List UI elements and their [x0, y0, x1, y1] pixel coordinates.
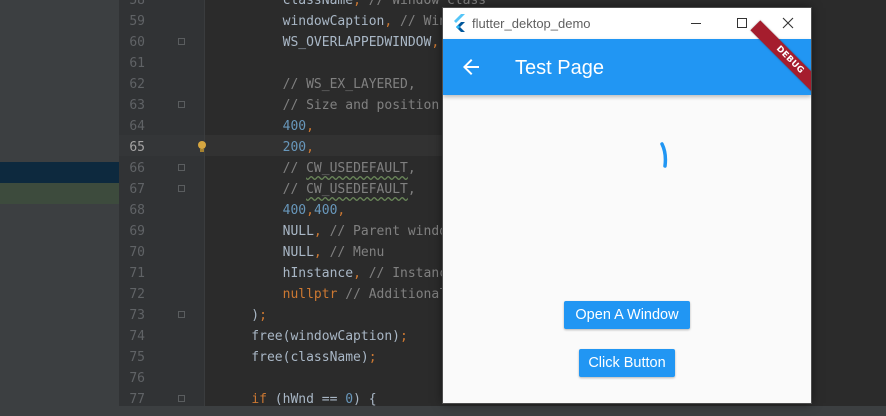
minimize-button[interactable] — [673, 8, 719, 39]
code-text: // WS_EX_LAYERED, — [282, 77, 416, 92]
line-number: 65 — [129, 140, 145, 155]
flutter-logo-icon — [454, 14, 465, 32]
close-icon — [782, 17, 794, 29]
fold-marker-icon[interactable] — [178, 185, 185, 192]
code-text: WS_OVERLAPPEDWINDOW, // — [220, 35, 463, 50]
code-line[interactable]: 62 // WS_EX_LAYERED, — [119, 74, 449, 95]
code-text: hInstance, // Instance h — [220, 266, 471, 281]
fold-marker-icon[interactable] — [178, 164, 185, 171]
open-window-button[interactable]: Open A Window — [564, 301, 690, 329]
line-number: 73 — [129, 308, 145, 323]
code-text: 200, — [282, 140, 314, 155]
code-line[interactable]: 72 nullptr // Additional ap — [119, 284, 470, 305]
code-text: nullptr // Additional ap — [282, 287, 471, 302]
code-line[interactable]: 65 200, — [119, 137, 449, 158]
code-line[interactable]: 58 className, // Window class — [119, 0, 486, 11]
line-number: 63 — [129, 98, 145, 113]
code-line[interactable]: 74 free(windowCaption); — [119, 326, 449, 347]
editor-status-bar — [0, 406, 886, 416]
code-line[interactable]: 59 windowCaption, // Window — [119, 11, 470, 32]
maximize-icon — [737, 18, 747, 28]
fold-marker-icon[interactable] — [178, 311, 185, 318]
app-bar: Test Page DEBUG — [443, 20, 811, 100]
project-selection-highlight — [0, 162, 119, 183]
code-text: // CW_USEDEFAULT, — [282, 161, 416, 176]
fold-marker-icon[interactable] — [178, 38, 185, 45]
code-text: 400,400, — [282, 203, 346, 218]
project-panel[interactable] — [0, 0, 119, 406]
line-number: 62 — [129, 77, 145, 92]
line-number: 59 — [129, 14, 145, 29]
loading-spinner-icon — [660, 142, 668, 168]
code-line[interactable]: 68 400,400, — [119, 200, 449, 221]
fold-marker-icon[interactable] — [178, 395, 185, 402]
line-number: 67 — [129, 182, 145, 197]
line-number: 74 — [129, 329, 145, 344]
line-number: 71 — [129, 266, 145, 281]
line-number: 58 — [129, 0, 145, 8]
fold-marker-icon[interactable] — [178, 101, 185, 108]
line-number: 68 — [129, 203, 145, 218]
code-line[interactable]: 76 — [119, 368, 449, 389]
code-text: windowCaption, // Window — [220, 14, 471, 29]
code-line[interactable]: 63 // Size and position — [119, 95, 449, 116]
code-line[interactable]: 75 free(className); — [119, 347, 449, 368]
code-line[interactable]: 61 — [119, 53, 449, 74]
lightbulb-icon[interactable] — [197, 141, 207, 153]
line-number: 75 — [129, 350, 145, 365]
code-text: // CW_USEDEFAULT, — [282, 182, 416, 197]
line-number: 70 — [129, 245, 145, 260]
code-line[interactable]: 64 400, — [119, 116, 449, 137]
code-line[interactable]: 66 // CW_USEDEFAULT, — [119, 158, 449, 179]
code-line[interactable]: 71 hInstance, // Instance h — [119, 263, 470, 284]
code-text: free(className); — [220, 350, 377, 365]
code-text: NULL, // Menu — [220, 245, 385, 260]
window-title: flutter_dektop_demo — [472, 16, 591, 31]
code-text: NULL, // Parent window — [220, 224, 455, 239]
code-line[interactable]: 69 NULL, // Parent window — [119, 221, 454, 242]
flutter-app-window[interactable]: flutter_dektop_demo Test Page DEBUG Open… — [443, 8, 811, 403]
code-line[interactable]: 70 NULL, // Menu — [119, 242, 449, 263]
line-number: 60 — [129, 35, 145, 50]
line-number: 72 — [129, 287, 145, 302]
minimize-icon — [691, 23, 701, 24]
code-text: 400, — [282, 119, 314, 134]
line-number: 66 — [129, 161, 145, 176]
code-line[interactable]: 73 ); — [119, 305, 449, 326]
page-title: Test Page — [515, 57, 604, 79]
code-text: free(windowCaption); — [220, 329, 408, 344]
click-button[interactable]: Click Button — [579, 349, 675, 377]
line-number: 76 — [129, 371, 145, 386]
code-line[interactable]: 60 WS_OVERLAPPEDWINDOW, // — [119, 32, 462, 53]
code-text: // Size and position — [282, 98, 440, 113]
line-number: 61 — [129, 56, 145, 71]
code-line[interactable]: 67 // CW_USEDEFAULT, — [119, 179, 449, 200]
line-number: 64 — [129, 119, 145, 134]
code-text: ); — [220, 308, 267, 323]
line-number: 69 — [129, 224, 145, 239]
arrow-back-icon[interactable] — [459, 55, 483, 79]
project-secondary-highlight — [0, 183, 119, 204]
